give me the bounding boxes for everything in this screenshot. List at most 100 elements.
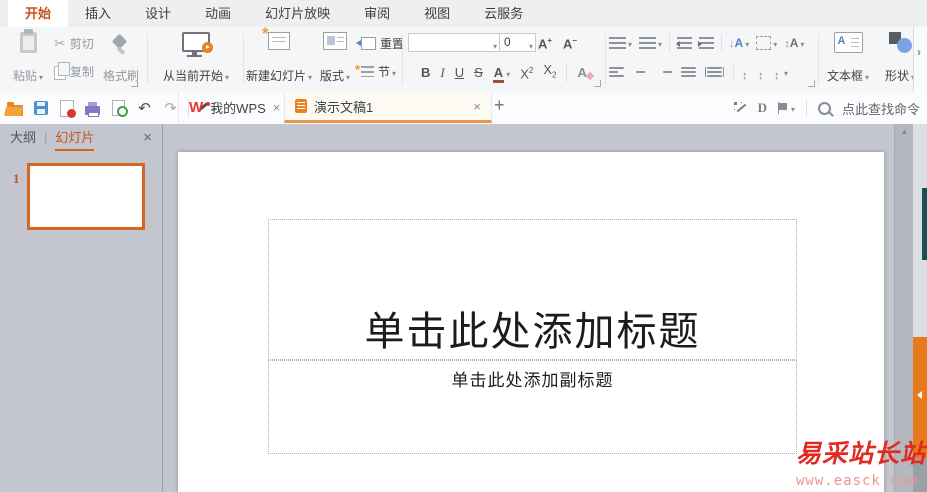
- increase-indent-button[interactable]: [698, 37, 715, 49]
- save-button[interactable]: [32, 100, 49, 117]
- play-from-current-button[interactable]: 从当前开始: [152, 32, 240, 84]
- undo-button[interactable]: [136, 100, 153, 117]
- textbox-button[interactable]: A 文本框: [822, 32, 874, 84]
- collapsed-panel-tab[interactable]: [913, 337, 927, 458]
- font-name-combobox[interactable]: [408, 33, 500, 52]
- reset-button[interactable]: 重置: [356, 35, 404, 52]
- justify-button[interactable]: [681, 67, 696, 77]
- spacing-options-button[interactable]: [774, 63, 788, 82]
- align-left-button[interactable]: [609, 67, 624, 77]
- copy-button[interactable]: 复制: [54, 62, 95, 80]
- italic-button[interactable]: I: [440, 65, 444, 81]
- slide-page[interactable]: 单击此处添加标题 单击此处添加副标题: [178, 152, 884, 492]
- print-button[interactable]: [84, 100, 101, 117]
- new-tab-button[interactable]: +: [494, 95, 505, 116]
- new-slide-button[interactable]: * 新建幻灯片: [246, 24, 312, 84]
- new-slide-icon: *: [262, 24, 290, 50]
- copy-label: 复制: [70, 65, 95, 79]
- decrease-indent-button[interactable]: [676, 37, 693, 49]
- char-orientation-button[interactable]: ↕A: [784, 34, 804, 52]
- pdf-icon: [59, 99, 76, 118]
- text-direction-icon: ↓A: [729, 36, 743, 50]
- vertical-scrollbar[interactable]: [894, 124, 914, 492]
- cut-button[interactable]: 剪切: [54, 35, 94, 52]
- subtitle-placeholder[interactable]: 单击此处添加副标题: [268, 360, 797, 454]
- distribute-button[interactable]: [705, 67, 724, 77]
- grow-font-sign: +: [547, 36, 553, 45]
- magic-wand-icon[interactable]: [733, 101, 747, 115]
- find-command-entry[interactable]: 点此查找命令: [842, 99, 920, 118]
- section-icon: [355, 62, 374, 77]
- clipboard-dialog-launcher[interactable]: [131, 80, 138, 87]
- more-tools-chevron[interactable]: [917, 45, 921, 59]
- chevron-down-icon: [529, 38, 533, 55]
- grow-font-button[interactable]: A+: [538, 33, 552, 52]
- subscript-button[interactable]: X2: [543, 62, 556, 84]
- close-tab-icon[interactable]: ×: [473, 99, 481, 114]
- slide-thumbnail[interactable]: [27, 163, 145, 230]
- frame-icon: [756, 36, 772, 50]
- shrink-font-letter: A: [563, 36, 573, 52]
- menu-tab-review[interactable]: 审阅: [347, 0, 407, 27]
- slides-panel: 大纲 | 幻灯片 × 1: [0, 124, 163, 492]
- font-color-button[interactable]: A: [492, 64, 510, 83]
- clipboard-group: 粘贴 剪切 复制 格式刷: [6, 29, 146, 89]
- superscript-button[interactable]: X2: [520, 63, 533, 82]
- text-direction-button[interactable]: ↓A: [729, 34, 749, 52]
- clear-format-button[interactable]: A: [577, 65, 586, 80]
- close-tab-icon[interactable]: ×: [273, 100, 281, 115]
- outline-tab[interactable]: 大纲: [10, 123, 36, 151]
- close-panel-icon[interactable]: ×: [143, 129, 152, 146]
- subscript-letter: X: [543, 62, 552, 77]
- title-placeholder[interactable]: 单击此处添加标题: [268, 219, 797, 360]
- menu-tab-cloud[interactable]: 云服务: [467, 0, 540, 27]
- strikethrough-button[interactable]: S: [474, 65, 483, 81]
- text-frame-button[interactable]: [756, 34, 777, 52]
- expand-panel-arrow-icon: [917, 391, 922, 399]
- export-pdf-button[interactable]: [58, 99, 76, 118]
- bullets-button[interactable]: [609, 34, 632, 52]
- menu-tab-insert[interactable]: 插入: [68, 0, 128, 27]
- subscript-mark: 2: [552, 70, 557, 80]
- chevron-down-icon: [771, 34, 777, 52]
- bold-button[interactable]: B: [421, 65, 430, 81]
- underline-button[interactable]: U: [455, 65, 464, 81]
- menu-tab-view[interactable]: 视图: [407, 0, 467, 27]
- slides-tab[interactable]: 幻灯片: [55, 123, 95, 151]
- ribbon: 粘贴 剪切 复制 格式刷 从当前开始 * 新建幻灯片 版式: [0, 24, 927, 93]
- numbering-button[interactable]: [639, 34, 662, 52]
- paste-button[interactable]: 粘贴: [8, 29, 48, 84]
- align-right-button[interactable]: [657, 67, 672, 77]
- menu-tab-animation[interactable]: 动画: [188, 0, 248, 27]
- scissors-icon: [54, 35, 66, 52]
- shrink-font-button[interactable]: A−: [563, 33, 577, 52]
- font-size-combobox[interactable]: 0: [499, 33, 536, 52]
- share-button[interactable]: [777, 99, 795, 117]
- font-size-value: 0: [504, 35, 511, 49]
- divider: [721, 34, 723, 52]
- docer-icon[interactable]: D: [758, 100, 767, 116]
- print-preview-button[interactable]: [110, 100, 128, 117]
- layout-button[interactable]: 版式: [314, 32, 356, 84]
- menu-tab-design[interactable]: 设计: [128, 0, 188, 27]
- section-button[interactable]: 节: [355, 62, 396, 80]
- font-dialog-launcher[interactable]: [594, 80, 601, 87]
- shapes-label: 形状: [884, 69, 909, 83]
- open-file-button[interactable]: [6, 100, 23, 117]
- align-center-button[interactable]: [633, 67, 648, 77]
- doc-tab-my-wps[interactable]: W 我的WPS ×: [178, 92, 290, 123]
- doc-tab-presentation1[interactable]: 演示文稿1 ×: [284, 92, 492, 123]
- cut-label: 剪切: [69, 37, 94, 51]
- format-painter-button[interactable]: 格式刷: [98, 32, 144, 84]
- tab-separator: |: [44, 129, 48, 145]
- redo-button[interactable]: [162, 100, 179, 117]
- scroll-up-arrow-icon[interactable]: [895, 124, 914, 139]
- shapes-icon: [888, 32, 912, 53]
- search-icon[interactable]: [817, 101, 831, 115]
- superscript-mark: 2: [528, 66, 534, 76]
- orientation-letter: A: [789, 36, 799, 50]
- paragraph-dialog-launcher[interactable]: [808, 80, 815, 87]
- menu-tab-slideshow[interactable]: 幻灯片放映: [248, 0, 347, 27]
- chevron-down-icon: [626, 34, 632, 52]
- menu-tab-home[interactable]: 开始: [8, 0, 69, 27]
